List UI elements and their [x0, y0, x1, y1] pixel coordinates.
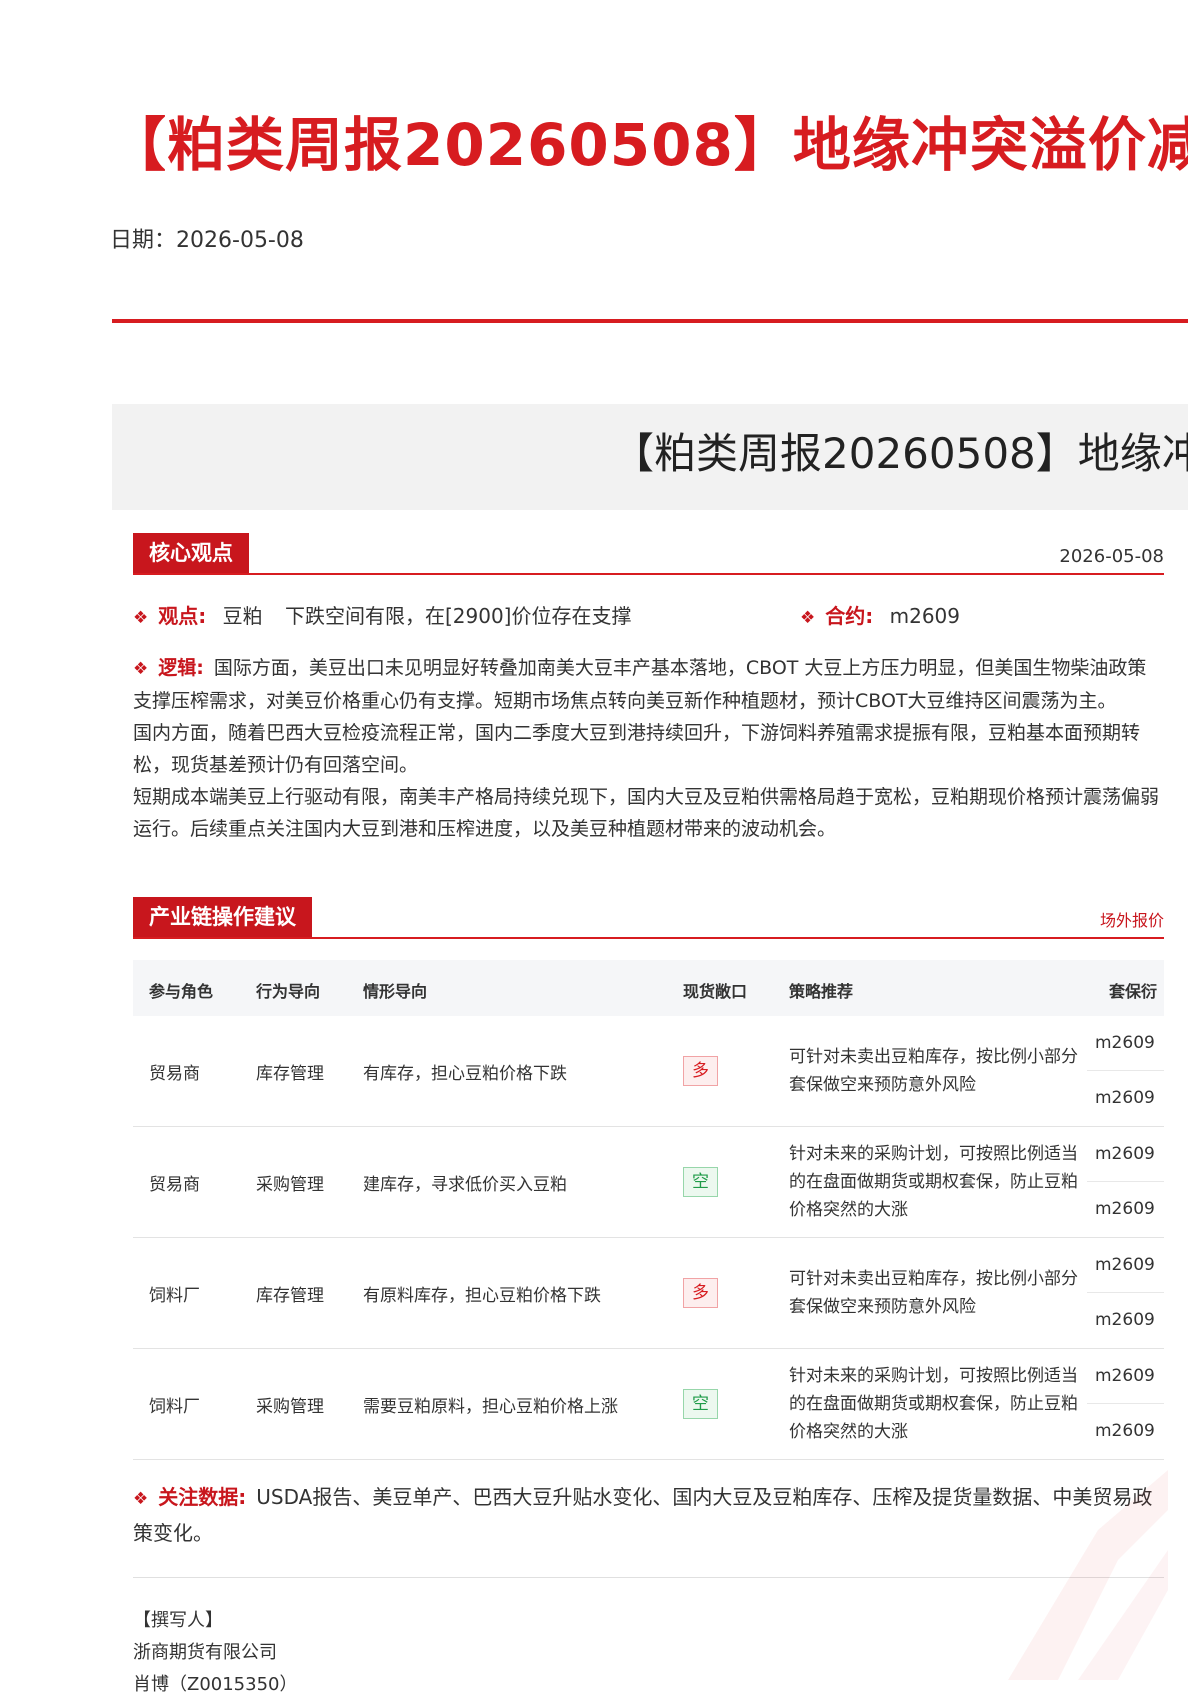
row-contract-2: m2609	[1095, 1199, 1155, 1219]
chain-section-tag: 产业链操作建议	[133, 897, 312, 937]
writer-title: 【撰写人】	[133, 1610, 223, 1631]
logic-label: 逻辑:	[158, 657, 204, 679]
exposure-badge-short: 空	[683, 1389, 718, 1419]
exposure-badge-short: 空	[683, 1167, 718, 1197]
view-product: 豆粕	[222, 604, 263, 628]
row-situation: 有原料库存，担心豆粕价格下跌	[363, 1285, 601, 1306]
row-action: 库存管理	[256, 1285, 324, 1306]
row-role: 贸易商	[149, 1063, 200, 1084]
otc-quote-link[interactable]: 场外报价	[1100, 907, 1164, 931]
header-action: 行为导向	[256, 982, 321, 1001]
writer-company: 浙商期货有限公司	[133, 1642, 277, 1663]
contract-row: ❖ 合约: m2609	[800, 600, 960, 629]
row-role: 饲料厂	[149, 1396, 200, 1417]
header-exposure: 现货敞口	[683, 982, 748, 1001]
row-role: 贸易商	[149, 1174, 200, 1195]
header-role: 参与角色	[149, 982, 214, 1001]
header-hedge: 套保衍	[1109, 982, 1158, 1001]
row-contract-1: m2609	[1087, 1238, 1164, 1293]
row-strategy: 针对未来的采购计划，可按照比例适当的在盘面做期货或期权套保，防止豆粕价格突然的大…	[789, 1144, 1078, 1220]
contract-value: m2609	[889, 604, 960, 628]
core-section-tag: 核心观点	[133, 533, 249, 573]
header-strategy: 策略推荐	[789, 982, 854, 1001]
diamond-bullet-icon: ❖	[133, 608, 149, 628]
logic-paragraph-2: 国内方面，随着巴西大豆检疫流程正常，国内二季度大豆到港持续回升，下游饲料养殖需求…	[133, 722, 1141, 776]
logic-paragraph-1: ❖ 逻辑: 国际方面，美豆出口未见明显好转叠加南美大豆丰产基本落地，CBOT 大豆上…	[133, 652, 1164, 717]
table-header: 参与角色 行为导向 情形导向 现货敞口 策略推荐 套保衍	[133, 960, 1164, 1016]
header-situation: 情形导向	[363, 982, 428, 1001]
focus-label: 关注数据:	[158, 1485, 247, 1509]
row-situation: 建库存，寻求低价买入豆粕	[363, 1174, 567, 1195]
row-contract-1: m2609	[1087, 1349, 1164, 1404]
row-exposure: 多	[683, 1238, 718, 1348]
row-contract-2: m2609	[1095, 1088, 1155, 1108]
view-text: 下跌空间有限，在[2900]价位存在支撑	[284, 604, 632, 628]
core-section-date: 2026-05-08	[1059, 546, 1164, 567]
watermark-logo-icon	[1008, 1470, 1168, 1680]
row-action: 采购管理	[256, 1396, 324, 1417]
view-row: ❖ 观点: 豆粕 下跌空间有限，在[2900]价位存在支撑	[133, 600, 631, 629]
diamond-bullet-icon: ❖	[133, 1489, 149, 1509]
date-line: 日期：2026-05-08	[110, 222, 304, 254]
date-label: 日期：	[110, 228, 177, 253]
row-action: 库存管理	[256, 1063, 324, 1084]
row-role: 饲料厂	[149, 1285, 200, 1306]
row-situation: 需要豆粕原料，担心豆粕价格上涨	[363, 1396, 618, 1417]
row-action: 采购管理	[256, 1174, 324, 1195]
row-strategy: 可针对未卖出豆粕库存，按比例小部分套保做空来预防意外风险	[789, 1047, 1078, 1095]
logic-paragraph-3: 短期成本端美豆上行驱动有限，南美丰产格局持续兑现下，国内大豆及豆粕供需格局趋于宽…	[133, 786, 1160, 840]
chain-section-header: 产业链操作建议 场外报价	[133, 897, 1164, 939]
exposure-badge-long: 多	[683, 1056, 718, 1086]
row-contract-2: m2609	[1095, 1310, 1155, 1330]
title-divider	[112, 319, 1188, 323]
view-label: 观点:	[158, 604, 207, 628]
table-row: 贸易商 采购管理 建库存，寻求低价买入豆粕 空 针对未来的采购计划，可按照比例适…	[133, 1127, 1164, 1238]
exposure-badge-long: 多	[683, 1278, 718, 1308]
diamond-bullet-icon: ❖	[800, 608, 816, 628]
row-exposure: 多	[683, 1016, 718, 1126]
banner-title: 【粕类周报20260508】地缘冲突	[612, 429, 1188, 478]
row-strategy: 可针对未卖出豆粕库存，按比例小部分套保做空来预防意外风险	[789, 1269, 1078, 1317]
diamond-bullet-icon: ❖	[133, 659, 149, 679]
hedging-table: 参与角色 行为导向 情形导向 现货敞口 策略推荐 套保衍 贸易商 库存管理 有库…	[133, 960, 1164, 1460]
date-value: 2026-05-08	[176, 228, 304, 253]
row-contract-1: m2609	[1087, 1016, 1164, 1071]
row-situation: 有库存，担心豆粕价格下跌	[363, 1063, 567, 1084]
logic-text-1: 国际方面，美豆出口未见明显好转叠加南美大豆丰产基本落地，CBOT 大豆上方压力明…	[133, 657, 1147, 712]
row-exposure: 空	[683, 1127, 718, 1237]
logic-block: ❖ 逻辑: 国际方面，美豆出口未见明显好转叠加南美大豆丰产基本落地，CBOT 大豆上…	[133, 652, 1164, 845]
core-section-header: 核心观点 2026-05-08	[133, 533, 1164, 575]
table-row: 饲料厂 库存管理 有原料库存，担心豆粕价格下跌 多 可针对未卖出豆粕库存，按比例…	[133, 1238, 1164, 1349]
table-row: 贸易商 库存管理 有库存，担心豆粕价格下跌 多 可针对未卖出豆粕库存，按比例小部…	[133, 1016, 1164, 1127]
row-exposure: 空	[683, 1349, 718, 1459]
row-contract-1: m2609	[1087, 1127, 1164, 1182]
writer-name: 肖博（Z0015350）	[133, 1674, 298, 1695]
report-banner: 【粕类周报20260508】地缘冲突	[112, 404, 1188, 510]
contract-label: 合约:	[825, 604, 874, 628]
page-title: 【粕类周报20260508】地缘冲突溢价减弱，	[108, 111, 1188, 179]
writer-block: 【撰写人】 浙商期货有限公司 肖博（Z0015350）	[133, 1605, 298, 1701]
